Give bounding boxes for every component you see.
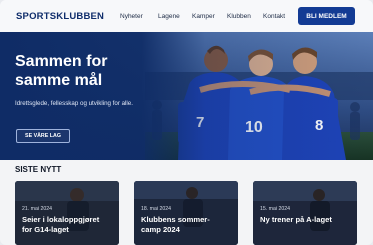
page-frame: SPORTSKLUBBEN Nyheter Lagene Kamper Klub… [0,0,373,245]
nav-item-kamper[interactable]: Kamper [192,13,215,20]
site-logo[interactable]: SPORTSKLUBBEN [16,11,104,22]
hero-subtitle: Idrettsglede, fellesskap og utvikling fo… [15,100,133,107]
join-button[interactable]: BLI MEDLEM [298,7,355,25]
news-card-image [134,181,238,245]
news-card-date: 18. mai 2024 [141,206,171,212]
site-header: SPORTSKLUBBEN Nyheter Lagene Kamper Klub… [0,0,373,32]
news-card-image [253,181,357,245]
news-card[interactable]: 18. mai 2024 Klubbens sommer-camp 2024 [134,181,238,245]
news-card-date: 15. mai 2024 [260,206,290,212]
news-card-date: 21. mai 2024 [22,206,52,212]
hero-banner: 7 10 8 Sammen for samme mål Idr [0,32,373,160]
see-teams-button[interactable]: SE VÅRE LAG [16,129,70,143]
nav-item-kontakt[interactable]: Kontakt [263,13,285,20]
news-card-image [15,181,119,245]
news-card[interactable]: 15. mai 2024 Ny trener på A-laget [253,181,357,245]
news-card-title: Klubbens sommer-camp 2024 [141,215,210,234]
news-card-title: Seier i lokaloppgjøret for G14-laget [22,215,100,234]
news-heading: SISTE NYTT [15,165,62,174]
nav-item-nyheter[interactable]: Nyheter [120,13,143,20]
hero-title: Sammen for samme mål [15,53,108,89]
nav-item-lagene[interactable]: Lagene [158,13,180,20]
news-card[interactable]: 21. mai 2024 Seier i lokaloppgjøret for … [15,181,119,245]
news-card-title: Ny trener på A-laget [260,215,332,224]
nav-item-klubben[interactable]: Klubben [227,13,251,20]
